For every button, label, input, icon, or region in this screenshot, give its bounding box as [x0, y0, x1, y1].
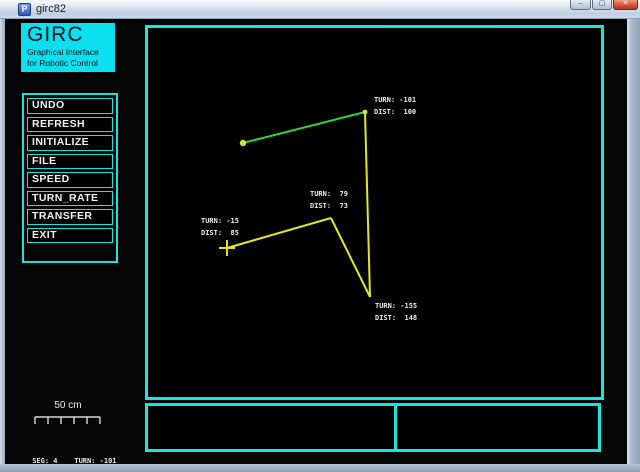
menu-button-speed[interactable]: SPEED — [27, 172, 113, 188]
trajectory-label: TURN: 79 DIST: 73 — [310, 188, 348, 212]
bottom-panel-left — [145, 403, 397, 452]
menu-panel: UNDO REFRESH INITIALIZE FILE SPEED TURN_… — [22, 93, 118, 263]
titlebar[interactable]: P girc82 – ▢ ✕ — [0, 0, 640, 19]
maximize-button[interactable]: ▢ — [592, 0, 612, 10]
menu-button-refresh[interactable]: REFRESH — [27, 117, 113, 133]
girc-logo: GIRC Graphical Interface for Robotic Con… — [21, 23, 115, 72]
scale-label: 50 cm — [36, 400, 100, 411]
logo-subtitle-1: Graphical Interface — [27, 47, 115, 58]
trajectory-label: TURN: -101 DIST: 100 — [374, 94, 416, 118]
menu-button-file[interactable]: FILE — [27, 154, 113, 170]
app-window: P girc82 – ▢ ✕ GIRC Graphical Interface … — [0, 0, 640, 472]
scale-ruler-icon — [34, 416, 102, 426]
menu-button-turn-rate[interactable]: TURN_RATE — [27, 191, 113, 207]
plot-canvas[interactable] — [145, 25, 604, 400]
minimize-button[interactable]: – — [570, 0, 591, 10]
bottom-panel-right — [394, 403, 601, 452]
trajectory-label: TURN: -155 DIST: 148 — [375, 300, 417, 324]
app-icon: P — [18, 3, 31, 16]
trajectory-label: TURN: -15 DIST: 85 — [201, 215, 239, 239]
logo-title: GIRC — [27, 23, 115, 47]
menu-button-transfer[interactable]: TRANSFER — [27, 209, 113, 225]
window-title: girc82 — [36, 3, 66, 15]
status-readout: SEG: 4 TURN: -101 HEAD: 192 DIST: 100 — [28, 431, 117, 472]
close-button[interactable]: ✕ — [613, 0, 638, 10]
menu-button-exit[interactable]: EXIT — [27, 228, 113, 244]
window-frame-right — [627, 19, 640, 464]
menu-button-undo[interactable]: UNDO — [27, 98, 113, 114]
status-line-1: SEG: 4 TURN: -101 — [28, 455, 117, 467]
menu-button-initialize[interactable]: INITIALIZE — [27, 135, 113, 151]
logo-subtitle-2: for Robotic Control — [27, 58, 115, 69]
